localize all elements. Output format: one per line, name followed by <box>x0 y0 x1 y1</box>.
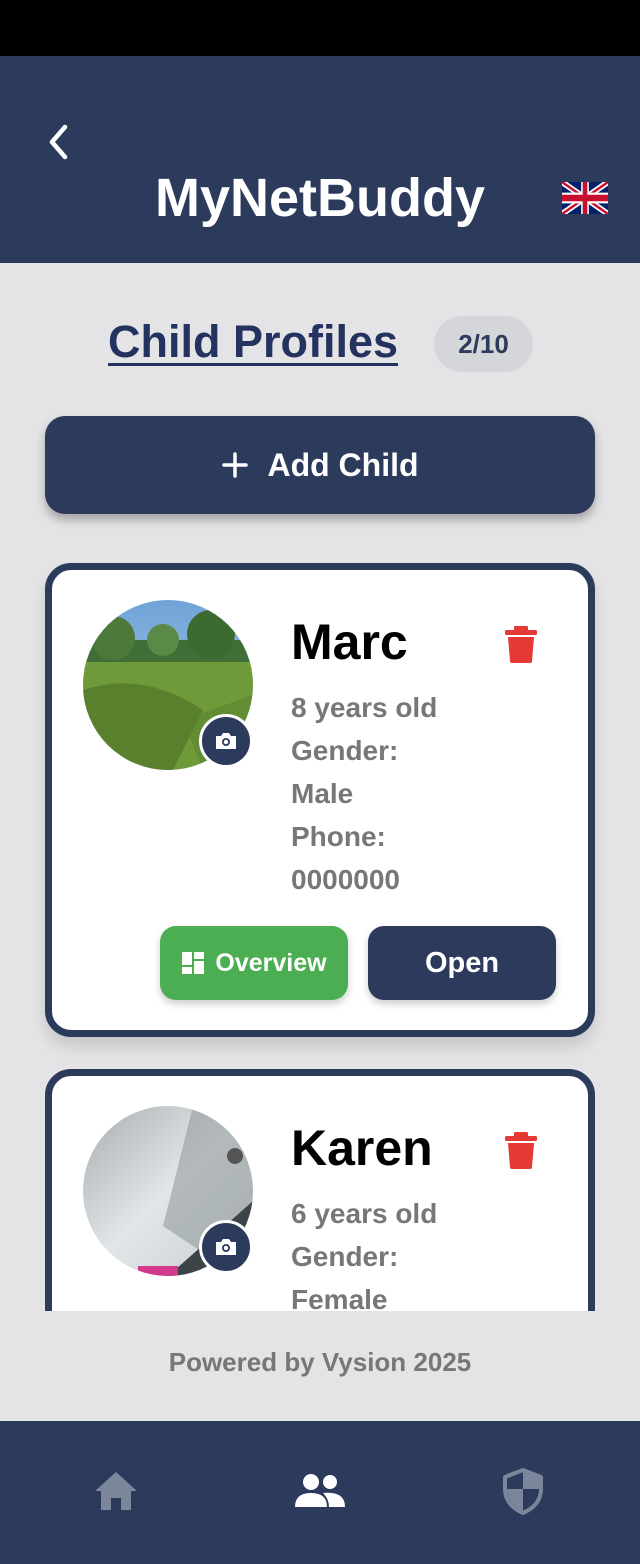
gender-label: Gender: <box>291 735 399 766</box>
shield-icon <box>503 1468 543 1515</box>
back-button[interactable] <box>38 117 78 167</box>
profile-count-badge: 2/10 <box>434 316 533 372</box>
nav-home[interactable] <box>86 1461 146 1521</box>
child-name: Karen <box>291 1120 433 1176</box>
chevron-left-icon <box>49 124 68 160</box>
child-card: Karen 6 years old Gender: Female <box>45 1069 595 1311</box>
overview-button[interactable]: Overview <box>160 926 348 1000</box>
nav-security[interactable] <box>493 1461 553 1521</box>
phone-label: Phone: <box>291 821 386 852</box>
child-avatar-container <box>83 600 253 770</box>
child-profile-list[interactable]: Marc 8 years old Gender: Male Phone: 000… <box>0 540 640 1311</box>
child-avatar-container <box>83 1106 253 1276</box>
trash-icon[interactable] <box>502 1130 540 1170</box>
camera-icon <box>216 1239 236 1255</box>
child-info: 6 years old Gender: Female <box>291 1192 437 1311</box>
child-age: 6 years old <box>291 1198 438 1229</box>
overview-label: Overview <box>215 948 327 977</box>
page-title[interactable]: Child Profiles <box>108 312 398 372</box>
plus-icon <box>222 452 249 478</box>
status-bar <box>0 0 640 56</box>
open-button[interactable]: Open <box>368 926 556 1000</box>
gender-value: Male <box>291 778 354 809</box>
camera-icon <box>216 733 236 749</box>
change-photo-button[interactable] <box>199 714 253 768</box>
dashboard-icon <box>182 952 205 974</box>
child-age: 8 years old <box>291 692 438 723</box>
add-child-label: Add Child <box>267 446 419 483</box>
people-icon <box>295 1474 345 1507</box>
phone-value: 0000000 <box>291 864 401 895</box>
footer-text: Powered by Vysion 2025 <box>168 1347 472 1377</box>
gender-value: Female <box>291 1284 388 1311</box>
home-icon <box>95 1472 137 1510</box>
nav-profiles[interactable] <box>290 1461 350 1521</box>
bottom-nav <box>0 1421 640 1564</box>
uk-flag-icon[interactable] <box>562 182 608 214</box>
gender-label: Gender: <box>291 1241 399 1272</box>
child-info: 8 years old Gender: Male Phone: 0000000 <box>291 686 437 901</box>
app-title: MyNetBuddy <box>154 168 485 228</box>
trash-icon[interactable] <box>502 624 540 664</box>
add-child-button[interactable]: Add Child <box>45 416 595 514</box>
child-name: Marc <box>291 614 408 670</box>
child-card: Marc 8 years old Gender: Male Phone: 000… <box>45 563 595 1037</box>
change-photo-button[interactable] <box>199 1220 253 1274</box>
